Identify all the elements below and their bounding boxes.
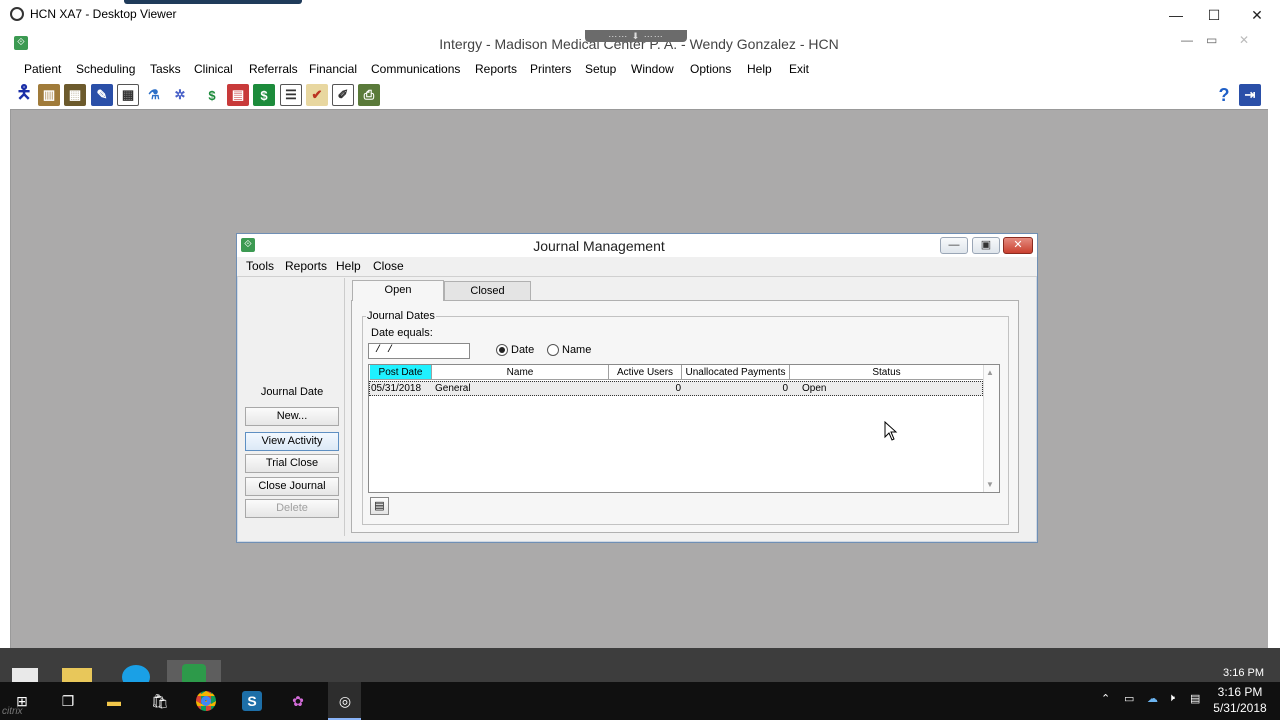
journal-dates-legend: Journal Dates xyxy=(366,310,436,322)
flower-app-icon[interactable]: ✿ xyxy=(284,688,312,714)
date-equals-input[interactable]: / / xyxy=(368,343,470,359)
menu-reports[interactable]: Reports xyxy=(475,62,517,76)
notes-button[interactable]: ▤ xyxy=(370,497,389,515)
column-header-status[interactable]: Status xyxy=(790,365,983,380)
taskbar-clock-date[interactable]: 5/31/2018 xyxy=(1208,701,1272,715)
scroll-down-arrow-icon[interactable]: ▼ xyxy=(986,480,994,489)
journal-menu-close[interactable]: Close xyxy=(373,259,404,273)
task-view-icon[interactable]: ❐ xyxy=(54,688,82,714)
journal-menu-tools[interactable]: Tools xyxy=(246,259,274,273)
cell-status: Open xyxy=(802,383,827,394)
radio-name-label: Name xyxy=(562,344,592,356)
schedule-icon[interactable]: ▦ xyxy=(64,84,86,106)
column-header-post-date[interactable]: Post Date xyxy=(370,365,432,380)
trial-close-button[interactable]: Trial Close xyxy=(245,454,339,473)
edit-note-icon[interactable]: ✐ xyxy=(332,84,354,106)
journal-date-label: Journal Date xyxy=(260,386,324,398)
checklist-icon[interactable]: ✔ xyxy=(306,84,328,106)
menu-patient[interactable]: Patient xyxy=(24,62,61,76)
radio-date-label: Date xyxy=(511,344,535,356)
clipboard-icon[interactable]: ✎ xyxy=(91,84,113,106)
taskbar-clock-time[interactable]: 3:16 PM xyxy=(1208,685,1272,699)
list-icon[interactable]: ☰ xyxy=(280,84,302,106)
grid-scrollbar[interactable] xyxy=(983,365,999,492)
journal-close-button[interactable]: ✕ xyxy=(1003,237,1033,254)
remote-clock: 3:16 PM xyxy=(1223,667,1264,679)
person-icon[interactable]: 🯅 xyxy=(13,82,35,106)
menu-communications[interactable]: Communications xyxy=(371,62,460,76)
journal-minimize-button[interactable]: — xyxy=(940,237,968,254)
exit-door-icon[interactable]: ⇥ xyxy=(1239,84,1261,106)
journal-title: Journal Management xyxy=(533,238,665,254)
app-logo-icon: ⟐ xyxy=(14,36,28,50)
viewer-close-button[interactable]: ✕ xyxy=(1243,4,1271,26)
mouse-cursor-icon xyxy=(884,421,898,441)
windows-start-icon[interactable]: ⊞ xyxy=(8,688,36,714)
dollar-icon[interactable]: $ xyxy=(253,84,275,106)
cell-active-users: 0 xyxy=(675,383,681,394)
viewer-maximize-button[interactable]: ☐ xyxy=(1200,4,1228,26)
journal-maximize-button[interactable]: ▣ xyxy=(972,237,1000,254)
menu-help[interactable]: Help xyxy=(747,62,772,76)
gear-icon[interactable]: ✲ xyxy=(169,84,191,106)
journal-menu-help[interactable]: Help xyxy=(336,259,361,273)
tab-closed[interactable]: Closed xyxy=(444,281,531,300)
viewer-title: HCN XA7 - Desktop Viewer xyxy=(30,7,177,21)
menu-exit[interactable]: Exit xyxy=(789,62,809,76)
onedrive-icon[interactable]: ☁ xyxy=(1147,692,1158,705)
menu-printers[interactable]: Printers xyxy=(530,62,571,76)
app-restore-button[interactable]: ▭ xyxy=(1206,33,1217,47)
flask-icon[interactable]: ⚗ xyxy=(143,84,165,106)
column-header-name[interactable]: Name xyxy=(432,365,609,380)
money-icon[interactable]: $ xyxy=(201,84,223,106)
citrix-receiver-icon[interactable]: ◎ xyxy=(331,688,359,714)
cell-name: General xyxy=(435,383,471,394)
close-journal-button[interactable]: Close Journal xyxy=(245,477,339,496)
viewer-logo-icon xyxy=(10,7,24,21)
menu-clinical[interactable]: Clinical xyxy=(194,62,233,76)
tray-chevron-icon[interactable]: ⌃ xyxy=(1101,692,1110,705)
volume-muted-icon[interactable]: 🕨 xyxy=(1168,692,1175,705)
viewer-minimize-button[interactable]: — xyxy=(1162,4,1190,26)
column-header-active-users[interactable]: Active Users xyxy=(609,365,682,380)
app-minimize-button[interactable]: — xyxy=(1181,33,1193,47)
menu-options[interactable]: Options xyxy=(690,62,731,76)
store-icon[interactable]: 🛍 xyxy=(146,688,174,714)
action-center-icon[interactable]: ▤ xyxy=(1190,692,1200,705)
menu-referrals[interactable]: Referrals xyxy=(249,62,298,76)
citrix-toolbar-handle[interactable]: ⋯⋯ ⬇ ⋯⋯ xyxy=(585,30,687,42)
menu-tasks[interactable]: Tasks xyxy=(150,62,181,76)
scroll-up-arrow-icon[interactable]: ▲ xyxy=(986,368,994,377)
cell-post-date: 05/31/2018 xyxy=(371,383,422,394)
calendar-grid-icon[interactable]: ▦ xyxy=(117,84,139,106)
app-close-button[interactable]: ✕ xyxy=(1239,33,1249,47)
view-activity-button[interactable]: View Activity xyxy=(245,432,339,451)
chrome-icon[interactable] xyxy=(192,688,220,714)
battery-icon[interactable]: ▭ xyxy=(1124,692,1134,705)
menu-window[interactable]: Window xyxy=(631,62,674,76)
menu-financial[interactable]: Financial xyxy=(309,62,357,76)
journal-menu-reports[interactable]: Reports xyxy=(285,259,327,273)
help-icon[interactable]: ? xyxy=(1213,84,1235,106)
tab-open[interactable]: Open xyxy=(352,280,444,301)
delete-button[interactable]: Delete xyxy=(245,499,339,518)
date-equals-label: Date equals: xyxy=(371,327,433,339)
radio-name[interactable] xyxy=(547,344,559,356)
viewer-tab-hint xyxy=(124,0,302,4)
app-toolbar xyxy=(10,80,1268,110)
printer-icon[interactable]: ⎙ xyxy=(358,84,380,106)
menu-setup[interactable]: Setup xyxy=(585,62,616,76)
cell-unallocated-payments: 0 xyxy=(782,383,788,394)
file-explorer-icon[interactable]: ▬ xyxy=(100,688,128,714)
form-icon[interactable]: ▤ xyxy=(227,84,249,106)
books-icon[interactable]: ▥ xyxy=(38,84,60,106)
new-button[interactable]: New... xyxy=(245,407,339,426)
menu-scheduling[interactable]: Scheduling xyxy=(76,62,135,76)
viewer-titlebar xyxy=(0,0,1280,30)
column-header-unallocated-payments[interactable]: Unallocated Payments xyxy=(682,365,790,380)
snagit-icon[interactable]: S xyxy=(238,688,266,714)
radio-date[interactable] xyxy=(496,344,508,356)
